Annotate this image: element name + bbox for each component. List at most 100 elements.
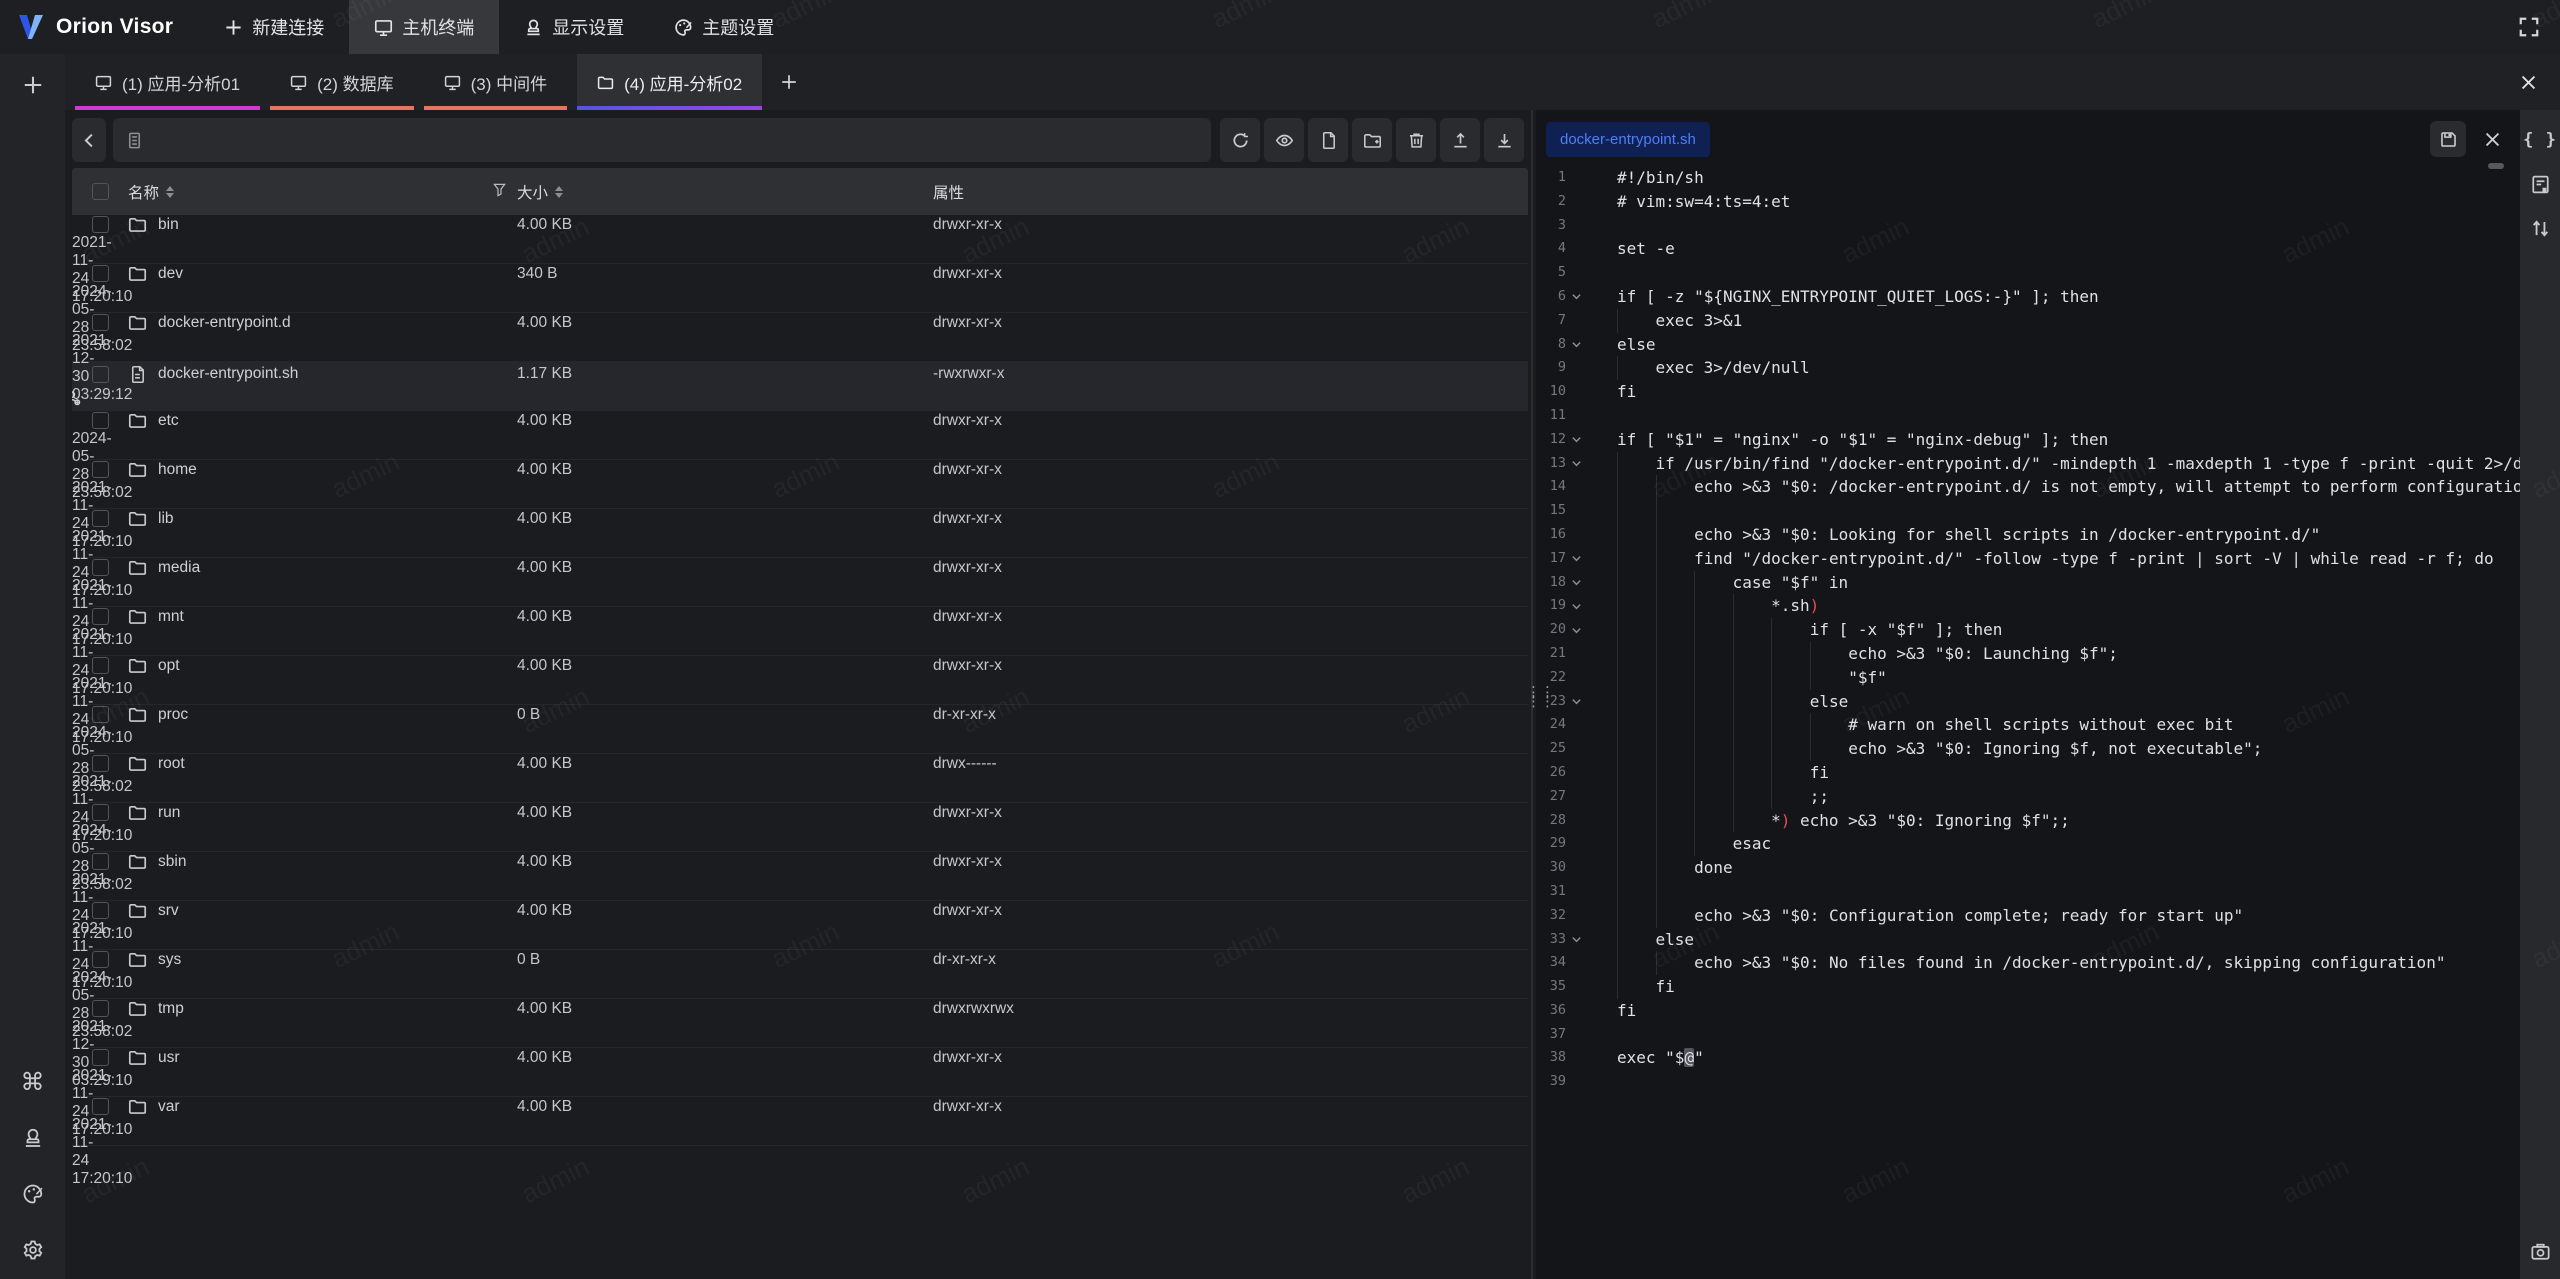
menu-display-settings[interactable]: 显示设置	[499, 0, 649, 54]
settings-button[interactable]	[16, 1233, 50, 1267]
file-name: run	[158, 804, 180, 822]
fold-spacer	[1566, 214, 1586, 238]
select-all-checkbox[interactable]	[92, 183, 109, 200]
path-input[interactable]	[152, 132, 1199, 149]
fold-spacer	[1566, 642, 1586, 666]
back-button[interactable]	[72, 118, 106, 162]
close-editor-button[interactable]	[2474, 121, 2510, 157]
fold-chevron-icon[interactable]	[1566, 618, 1586, 642]
row-checkbox[interactable]	[92, 216, 109, 233]
row-checkbox[interactable]	[92, 265, 109, 282]
table-row[interactable]: etc4.00 KBdrwxr-xr-x2024-05-28 23:58:02	[72, 411, 1528, 460]
table-row[interactable]: usr4.00 KBdrwxr-xr-x2021-11-24 17:20:10	[72, 1048, 1528, 1097]
row-checkbox[interactable]	[92, 804, 109, 821]
menu-theme-settings[interactable]: 主题设置	[649, 0, 799, 54]
table-row[interactable]: opt4.00 KBdrwxr-xr-x2021-11-24 17:20:10	[72, 656, 1528, 705]
editor-file-tab[interactable]: docker-entrypoint.sh	[1546, 122, 1710, 157]
file-size: 4.00 KB	[517, 461, 933, 479]
row-checkbox[interactable]	[92, 1049, 109, 1066]
table-row[interactable]: run4.00 KBdrwxr-xr-x2024-05-28 23:58:02	[72, 803, 1528, 852]
terminal-tab-3[interactable]: (3) 中间件	[424, 54, 568, 110]
terminal-tab-1[interactable]: (1) 应用-分析01	[75, 54, 260, 110]
row-checkbox[interactable]	[92, 1098, 109, 1115]
menu-new-connection[interactable]: 新建连接	[199, 0, 349, 54]
save-file-button[interactable]	[2430, 121, 2466, 157]
filter-funnel-icon[interactable]	[492, 182, 507, 202]
column-header-attrs[interactable]: 属性	[933, 181, 1528, 203]
table-row[interactable]: mnt4.00 KBdrwxr-xr-x2021-11-24 17:20:10	[72, 607, 1528, 656]
show-hidden-button[interactable]	[1264, 118, 1304, 162]
row-checkbox[interactable]	[92, 706, 109, 723]
table-row[interactable]: docker-entrypoint.d4.00 KBdrwxr-xr-x2021…	[72, 313, 1528, 362]
row-checkbox[interactable]	[92, 657, 109, 674]
column-header-name[interactable]: 名称	[128, 181, 517, 203]
table-row[interactable]: sbin4.00 KBdrwxr-xr-x2021-11-24 17:20:10	[72, 852, 1528, 901]
close-panel-button[interactable]	[2519, 54, 2560, 110]
row-checkbox[interactable]	[92, 902, 109, 919]
new-file-button[interactable]	[1308, 118, 1348, 162]
menu-host-terminal[interactable]: 主机终端	[349, 0, 499, 54]
table-row[interactable]: lib4.00 KBdrwxr-xr-x2021-11-24 17:20:10	[72, 509, 1528, 558]
theme-button[interactable]	[16, 1177, 50, 1211]
download-button[interactable]	[1484, 118, 1524, 162]
table-row[interactable]: srv4.00 KBdrwxr-xr-x2021-11-24 17:20:10	[72, 901, 1528, 950]
terminal-tab-4[interactable]: (4) 应用-分析02	[577, 54, 762, 110]
row-checkbox[interactable]	[92, 461, 109, 478]
add-tab-button[interactable]	[762, 54, 816, 110]
code-line: 13if /usr/bin/find "/docker-entrypoint.d…	[1536, 452, 2520, 476]
new-folder-button[interactable]	[1352, 118, 1392, 162]
fold-spacer	[1566, 999, 1586, 1023]
tab-label: (4) 应用-分析02	[624, 70, 742, 95]
add-connection-button[interactable]	[16, 68, 50, 102]
row-checkbox[interactable]	[92, 951, 109, 968]
column-header-size[interactable]: 大小	[517, 181, 933, 203]
format-braces-button[interactable]: { }	[2526, 126, 2554, 154]
delete-button[interactable]	[1396, 118, 1436, 162]
fold-chevron-icon[interactable]	[1566, 928, 1586, 952]
file-attrs: dr-xr-xr-x	[933, 951, 1528, 969]
table-row[interactable]: var4.00 KBdrwxr-xr-x2021-11-24 17:20:10	[72, 1097, 1528, 1146]
fold-chevron-icon[interactable]	[1566, 547, 1586, 571]
fold-spacer	[1566, 499, 1586, 523]
table-row[interactable]: home4.00 KBdrwxr-xr-x2021-11-24 17:20:10	[72, 460, 1528, 509]
row-checkbox[interactable]	[92, 608, 109, 625]
sort-lines-button[interactable]	[2526, 214, 2554, 242]
commands-button[interactable]: ⌘	[16, 1065, 50, 1099]
table-row[interactable]: dev340 Bdrwxr-xr-x2024-05-28 23:58:02	[72, 264, 1528, 313]
upload-button[interactable]	[1440, 118, 1480, 162]
fold-spacer	[1566, 713, 1586, 737]
row-checkbox[interactable]	[92, 510, 109, 527]
file-info-button[interactable]	[2526, 170, 2554, 198]
table-row[interactable]: media4.00 KBdrwxr-xr-x2021-11-24 17:20:1…	[72, 558, 1528, 607]
fullscreen-button[interactable]	[2512, 10, 2546, 44]
table-row[interactable]: tmp4.00 KBdrwxrwxrwx2021-12-30 03:29:10	[72, 999, 1528, 1048]
editor-scrollbar-thumb[interactable]	[2488, 163, 2504, 169]
table-row[interactable]: sys0 Bdr-xr-xr-x2024-05-28 23:58:02	[72, 950, 1528, 999]
table-row[interactable]: proc0 Bdr-xr-xr-x2024-05-28 23:58:02	[72, 705, 1528, 754]
row-checkbox[interactable]	[92, 755, 109, 772]
terminal-tab-2[interactable]: (2) 数据库	[270, 54, 414, 110]
screenshot-button[interactable]	[2526, 1237, 2554, 1265]
row-checkbox[interactable]	[92, 1000, 109, 1017]
fold-chevron-icon[interactable]	[1566, 285, 1586, 309]
panel-resize-handle[interactable]: ⋮⋮⋮⋮	[1528, 110, 1536, 1279]
fold-chevron-icon[interactable]	[1566, 690, 1586, 714]
refresh-button[interactable]	[1220, 118, 1260, 162]
table-row[interactable]: docker-entrypoint.sh1.17 KB-rwxrwxr-x	[72, 362, 1528, 411]
row-checkbox[interactable]	[92, 853, 109, 870]
row-checkbox[interactable]	[92, 314, 109, 331]
permission-icon[interactable]	[72, 389, 82, 407]
row-checkbox[interactable]	[92, 559, 109, 576]
display-settings-button[interactable]	[16, 1121, 50, 1155]
fold-chevron-icon[interactable]	[1566, 571, 1586, 595]
table-row[interactable]: bin4.00 KBdrwxr-xr-x2021-11-24 17:20:10	[72, 215, 1528, 264]
table-row[interactable]: root4.00 KBdrwx------2021-11-24 17:20:10	[72, 754, 1528, 803]
fold-chevron-icon[interactable]	[1566, 452, 1586, 476]
folder-icon	[128, 1097, 147, 1116]
fold-chevron-icon[interactable]	[1566, 428, 1586, 452]
row-checkbox[interactable]	[92, 412, 109, 429]
row-checkbox[interactable]	[92, 366, 109, 383]
code-editor[interactable]: 1#!/bin/sh2# vim:sw=4:ts=4:et34set -e56i…	[1536, 160, 2520, 1279]
fold-chevron-icon[interactable]	[1566, 333, 1586, 357]
fold-chevron-icon[interactable]	[1566, 594, 1586, 618]
